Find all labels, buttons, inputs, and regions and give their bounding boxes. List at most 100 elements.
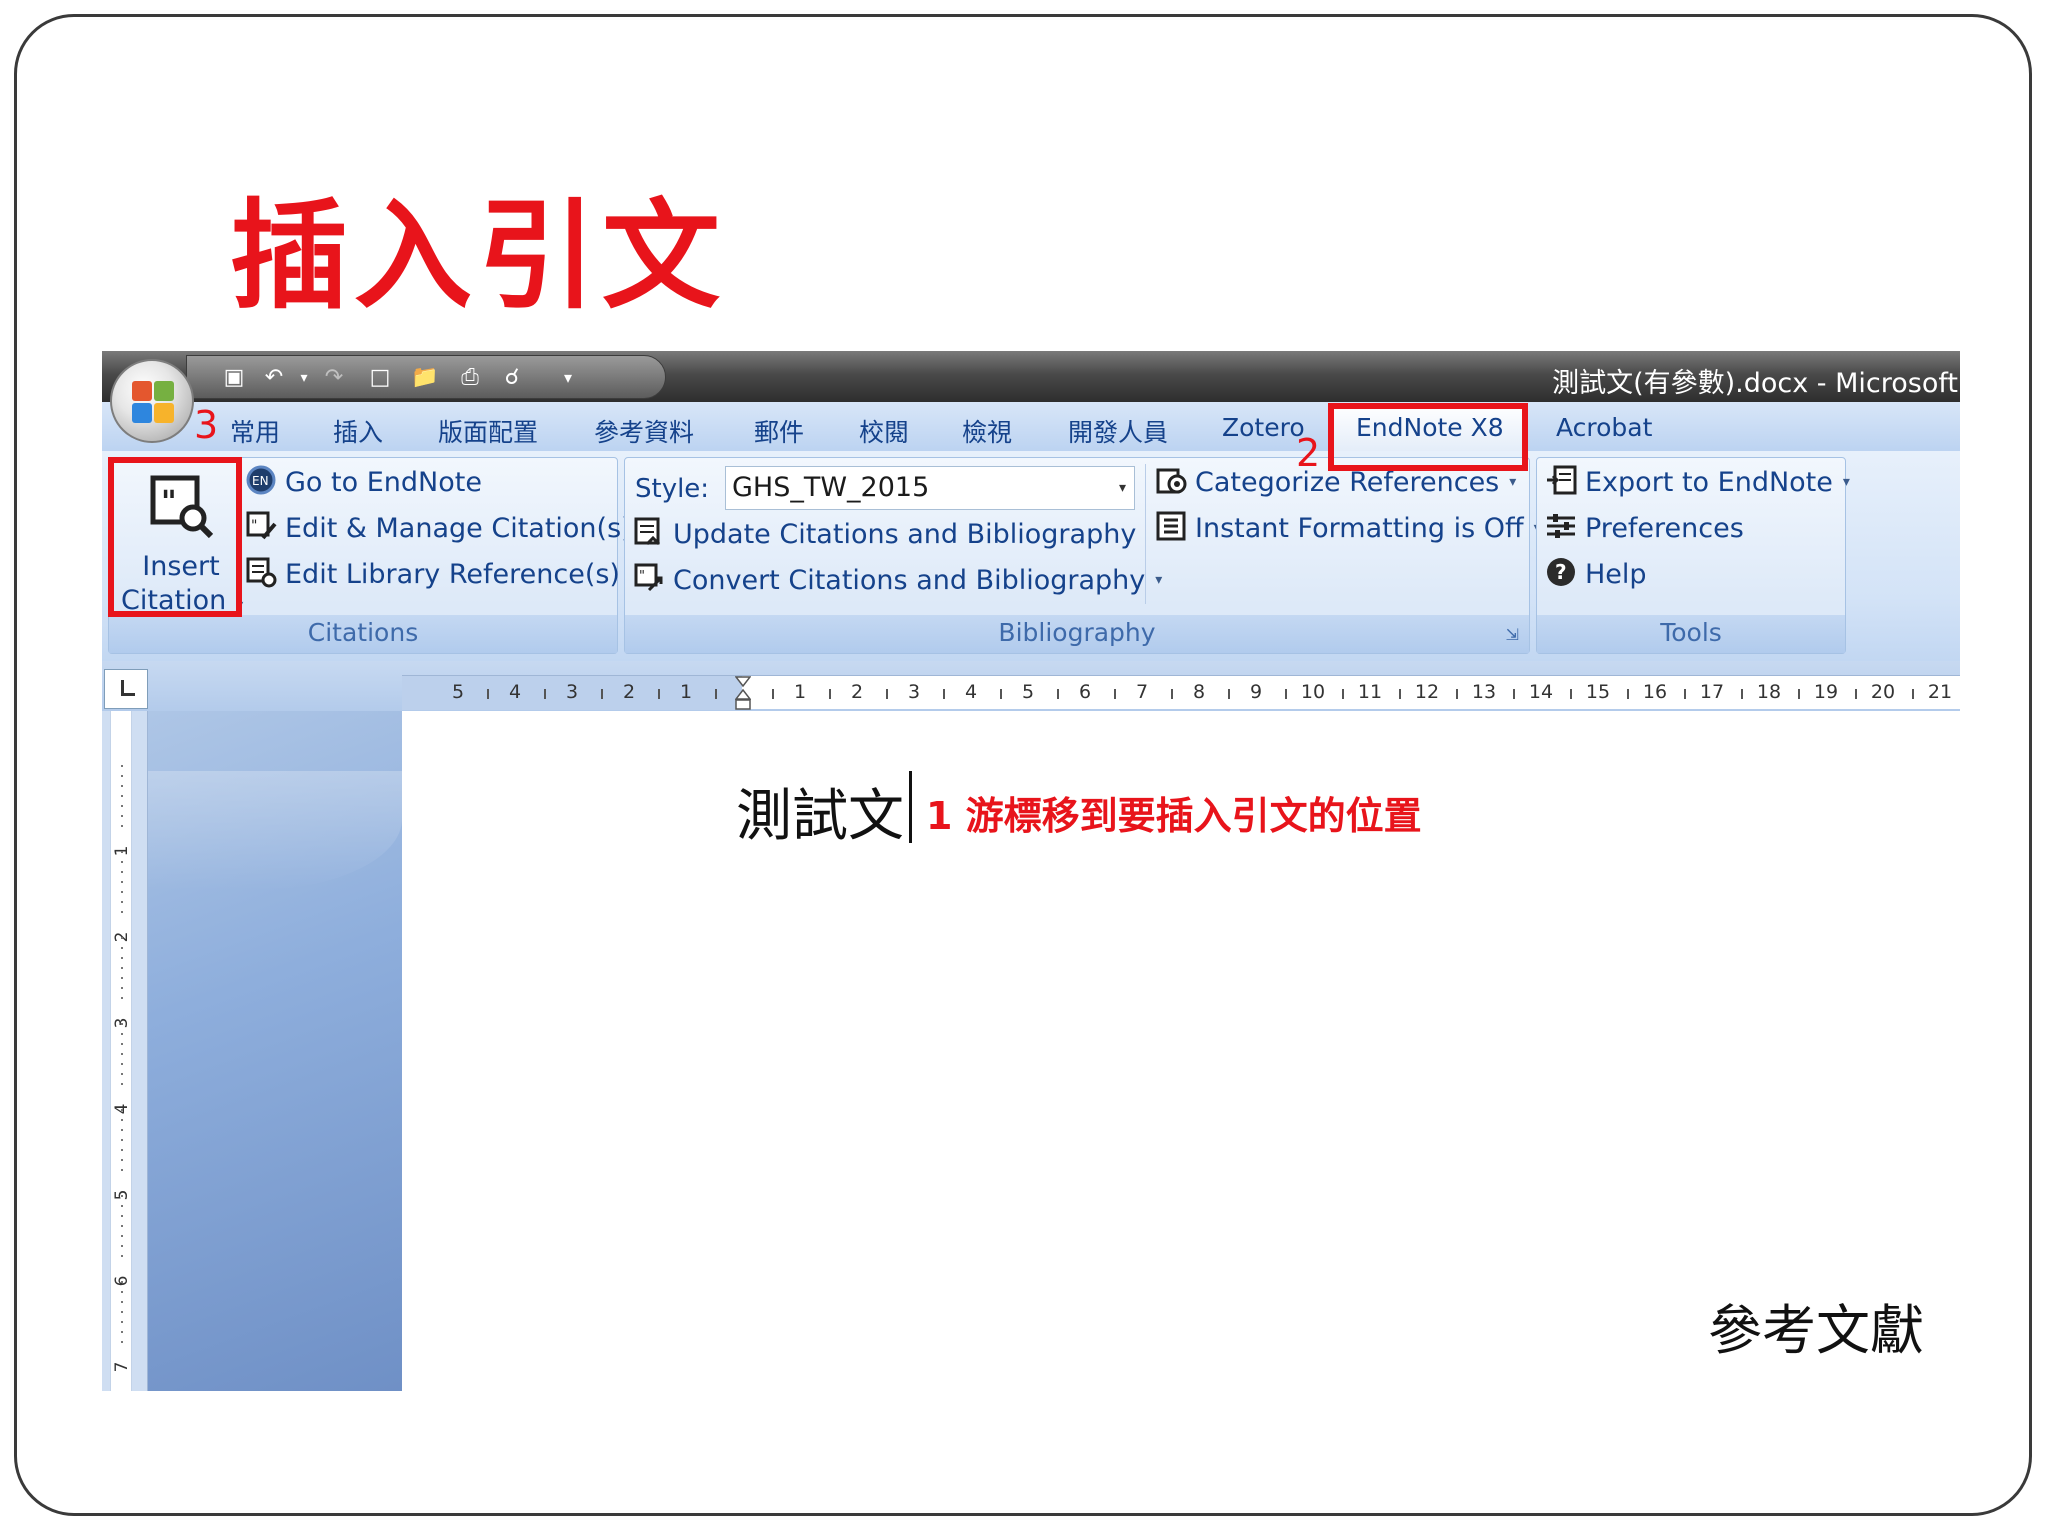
ruler-number: 5 <box>1021 681 1035 703</box>
ruler-tick <box>1056 689 1059 699</box>
style-label: Style: <box>635 474 710 504</box>
go-to-endnote-button[interactable]: EN Go to EndNote <box>245 462 482 502</box>
slide-title: 插入引文 <box>230 187 727 325</box>
help-button[interactable]: ? Help <box>1545 554 1647 594</box>
quick-access-toolbar: ▣ ↶ ▾ ↷ □ 📁 ⎙ ☌ ▾ <box>186 355 666 399</box>
edit-citation-icon: " <box>245 510 281 546</box>
chevron-down-icon: ▾ <box>1118 480 1126 496</box>
vertical-ruler-tick <box>121 1063 123 1065</box>
word-window: ▣ ↶ ▾ ↷ □ 📁 ⎙ ☌ ▾ 測試文(有參數).docx - Micros… <box>102 351 1960 1391</box>
svg-text:": " <box>639 569 645 584</box>
tools-group-label: Tools <box>1537 615 1845 653</box>
edit-library-references-button[interactable]: Edit Library Reference(s) <box>245 554 620 594</box>
style-dropdown[interactable]: GHS_TW_2015 ▾ <box>725 466 1135 510</box>
horizontal-ruler[interactable]: 5 4 3 2 1 1 2 3 4 5 6 7 8 9 10 11 12 13 14 15 16 17 18 19 20 21 <box>402 675 1960 710</box>
preferences-button[interactable]: Preferences <box>1545 508 1744 548</box>
document-page[interactable]: 測試文 1 游標移到要插入引文的位置 參考文獻 <box>402 711 1960 1391</box>
tab-acrobat[interactable]: Acrobat <box>1556 413 1652 442</box>
tab-home[interactable]: 常用 <box>230 413 280 449</box>
save-icon[interactable]: ▣ <box>221 366 247 390</box>
tab-mailings[interactable]: 郵件 <box>754 413 804 449</box>
instant-formatting-button[interactable]: Instant Formatting is Off ▾ <box>1155 508 1541 548</box>
dialog-launcher-icon[interactable]: ⇲ <box>1506 617 1519 653</box>
ruler-row: 5 4 3 2 1 1 2 3 4 5 6 7 8 9 10 11 12 13 14 15 16 17 18 19 20 21 <box>102 661 1960 711</box>
open-folder-icon[interactable]: 📁 <box>411 366 438 390</box>
tab-insert[interactable]: 插入 <box>333 413 383 449</box>
export-icon <box>1545 464 1581 500</box>
help-icon: ? <box>1545 556 1581 592</box>
ruler-number: 4 <box>508 681 522 703</box>
ruler-number: 1 <box>679 681 693 703</box>
document-body-text: 測試文 <box>736 784 904 849</box>
tab-view[interactable]: 檢視 <box>962 413 1012 449</box>
convert-citations-button[interactable]: " Convert Citations and Bibliography ▾ <box>633 560 1162 600</box>
highlight-insert-citation <box>108 457 242 617</box>
ruler-tick <box>885 689 888 699</box>
vertical-ruler-tick <box>121 825 123 827</box>
ruler-tick <box>1398 689 1401 699</box>
ruler-tick <box>1683 689 1686 699</box>
bibliography-group-label: Bibliography ⇲ <box>625 615 1529 653</box>
office-button[interactable] <box>110 359 194 443</box>
print-preview-icon[interactable]: ☌ <box>499 366 525 390</box>
ruler-number: 3 <box>565 681 579 703</box>
ruler-tick <box>1740 689 1743 699</box>
new-document-icon[interactable]: □ <box>367 366 393 390</box>
undo-icon[interactable]: ↶ <box>261 366 287 390</box>
tab-developer[interactable]: 開發人員 <box>1068 413 1168 449</box>
citations-group-label: Citations <box>109 615 617 653</box>
vertical-ruler-tick <box>121 1205 123 1207</box>
vertical-ruler-tick <box>121 815 123 817</box>
annotation-step-1: 1 游標移到要插入引文的位置 <box>926 794 1422 838</box>
ribbon-tab-row: 常用 插入 版面配置 參考資料 郵件 校閱 檢視 開發人員 Zotero End… <box>102 402 1960 451</box>
instant-format-icon <box>1155 510 1191 546</box>
export-to-endnote-button[interactable]: Export to EndNote ▾ <box>1545 462 1850 502</box>
window-title: 測試文(有參數).docx - Microsoft <box>1552 368 1958 399</box>
ruler-tick <box>1341 689 1344 699</box>
vertical-ruler-tick <box>121 795 123 797</box>
convert-icon: " <box>633 562 669 598</box>
vertical-ruler-tick <box>121 805 123 807</box>
vertical-ruler-tick <box>121 1291 123 1293</box>
undo-dropdown-icon[interactable]: ▾ <box>291 366 317 390</box>
tab-zotero[interactable]: Zotero <box>1222 413 1305 442</box>
redo-icon[interactable]: ↷ <box>321 366 347 390</box>
tab-stop-selector[interactable] <box>104 669 148 709</box>
ribbon: " Insert Citation ▾ EN Go to EndNote " E… <box>102 451 1960 661</box>
svg-text:": " <box>251 518 257 534</box>
update-icon <box>633 516 669 552</box>
tab-review[interactable]: 校閱 <box>859 413 909 449</box>
title-bar: ▣ ↶ ▾ ↷ □ 📁 ⎙ ☌ ▾ 測試文(有參數).docx - Micros… <box>102 351 1960 402</box>
update-citations-label: Update Citations and Bibliography <box>673 518 1137 550</box>
vertical-ruler-tick <box>121 861 123 863</box>
vertical-ruler[interactable]: 1234567 <box>110 711 132 1391</box>
instant-formatting-label: Instant Formatting is Off <box>1195 512 1524 544</box>
vertical-ruler-tick <box>121 1235 123 1237</box>
indent-marker-icon[interactable] <box>734 676 752 710</box>
vertical-ruler-tick <box>121 911 123 913</box>
ruler-number: 14 <box>1528 681 1554 703</box>
vertical-ruler-tick <box>121 1255 123 1257</box>
edit-manage-citations-button[interactable]: " Edit & Manage Citation(s) <box>245 508 632 548</box>
vertical-ruler-tick <box>121 1281 123 1283</box>
vertical-ruler-tick <box>121 1169 123 1171</box>
annotation-step-2: 2 <box>1296 431 1321 475</box>
update-citations-button[interactable]: Update Citations and Bibliography <box>633 514 1136 554</box>
customize-toolbar-icon[interactable]: ▾ <box>555 366 581 390</box>
tab-page-layout[interactable]: 版面配置 <box>438 413 538 449</box>
bibliography-group-label-text: Bibliography <box>998 618 1156 647</box>
vertical-ruler-tick <box>121 967 123 969</box>
text-cursor <box>909 771 912 843</box>
vertical-ruler-tick <box>121 775 123 777</box>
print-icon[interactable]: ⎙ <box>457 366 483 390</box>
ruler-tick <box>1911 689 1914 699</box>
ruler-number: 5 <box>451 681 465 703</box>
help-label: Help <box>1585 558 1647 590</box>
vertical-ruler-tick <box>121 881 123 883</box>
ruler-number: 21 <box>1927 681 1953 703</box>
tab-references[interactable]: 參考資料 <box>594 413 694 449</box>
vertical-ruler-tick <box>121 1053 123 1055</box>
vertical-ruler-tick <box>121 1073 123 1075</box>
vertical-ruler-tick <box>121 1119 123 1121</box>
ruler-number: 11 <box>1357 681 1383 703</box>
